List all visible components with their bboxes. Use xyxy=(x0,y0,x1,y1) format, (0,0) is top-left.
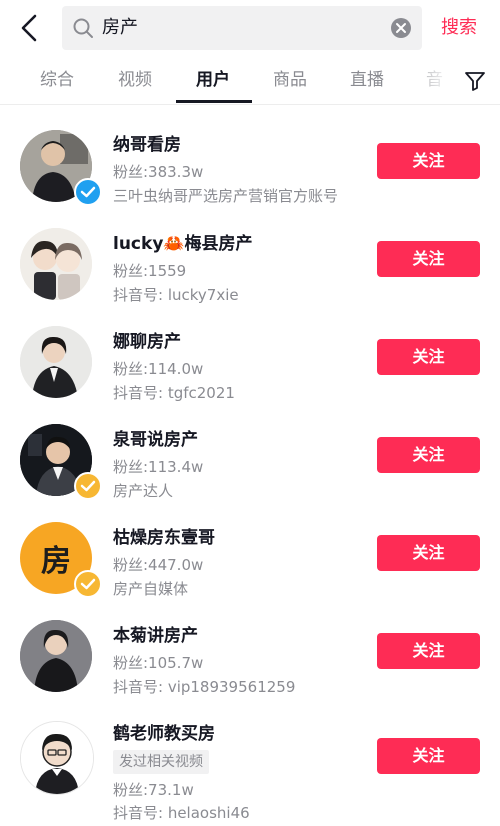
user-name: 鹤老师教买房 xyxy=(113,724,215,744)
clear-icon[interactable] xyxy=(390,17,412,39)
list-item[interactable]: 房 枯燥房东壹哥 粉丝:447.0w 房产自媒体 关注 xyxy=(0,497,500,598)
active-tab-underline xyxy=(176,100,252,103)
tab-products[interactable]: 商品 xyxy=(273,68,307,92)
avatar-logo-text: 房 xyxy=(41,544,71,579)
user-avatar-image xyxy=(20,228,92,300)
search-icon xyxy=(73,18,93,38)
tab-videos[interactable]: 视频 xyxy=(118,68,152,92)
list-item[interactable]: 纳哥看房 粉丝:383.3w 三叶虫纳哥严选房产营销官方账号 关注 xyxy=(0,105,500,206)
follow-button[interactable]: 关注 xyxy=(377,339,480,375)
fan-count: 粉丝:383.3w xyxy=(113,163,204,181)
search-button[interactable]: 搜索 xyxy=(441,14,477,42)
follow-button[interactable]: 关注 xyxy=(377,738,480,774)
fan-count: 粉丝:447.0w xyxy=(113,556,204,574)
filter-icon[interactable] xyxy=(464,70,486,92)
user-name: 枯燥房东壹哥 xyxy=(113,528,215,548)
related-video-tag: 发过相关视频 xyxy=(113,750,209,774)
follow-button[interactable]: 关注 xyxy=(377,535,480,571)
user-avatar-image xyxy=(21,722,93,794)
tab-fade xyxy=(400,58,464,102)
list-item[interactable]: 本菊讲房产 粉丝:105.7w 抖音号: vip18939561259 关注 xyxy=(0,595,500,696)
tab-users[interactable]: 用户 xyxy=(196,68,230,92)
user-name: lucky🦀梅县房产 xyxy=(113,234,253,254)
tab-live[interactable]: 直播 xyxy=(350,68,384,92)
follow-button[interactable]: 关注 xyxy=(377,241,480,277)
verified-badge-icon xyxy=(74,472,102,500)
list-item[interactable]: lucky🦀梅县房产 粉丝:1559 抖音号: lucky7xie 关注 xyxy=(0,203,500,304)
user-avatar-image xyxy=(20,620,92,692)
verified-badge-icon xyxy=(74,570,102,598)
fan-count: 粉丝:73.1w xyxy=(113,781,194,799)
user-name: 纳哥看房 xyxy=(113,135,181,155)
user-name: 泉哥说房产 xyxy=(113,430,198,450)
fan-count: 粉丝:114.0w xyxy=(113,360,204,378)
search-input[interactable]: 房产 xyxy=(62,6,422,50)
list-item[interactable]: 鹤老师教买房 发过相关视频 粉丝:73.1w 抖音号: helaoshi46 关… xyxy=(0,693,500,823)
user-avatar-image xyxy=(20,326,92,398)
fan-count: 粉丝:105.7w xyxy=(113,654,204,672)
avatar[interactable] xyxy=(20,721,94,795)
follow-button[interactable]: 关注 xyxy=(377,437,480,473)
follow-button[interactable]: 关注 xyxy=(377,143,480,179)
user-name: 娜聊房产 xyxy=(113,332,181,352)
back-arrow-icon[interactable] xyxy=(14,12,46,44)
list-item[interactable]: 泉哥说房产 粉丝:113.4w 房产达人 关注 xyxy=(0,399,500,500)
douyin-id: 抖音号: helaoshi46 xyxy=(113,804,250,822)
fan-count: 粉丝:113.4w xyxy=(113,458,204,476)
search-query: 房产 xyxy=(102,17,138,38)
avatar[interactable] xyxy=(20,620,92,692)
user-name: 本菊讲房产 xyxy=(113,626,198,646)
avatar[interactable] xyxy=(20,326,92,398)
fan-count: 粉丝:1559 xyxy=(113,262,187,280)
result-tabs: 综合 视频 用户 商品 直播 音 xyxy=(0,58,500,105)
verified-badge-icon xyxy=(74,178,102,206)
follow-button[interactable]: 关注 xyxy=(377,633,480,669)
search-header: 房产 搜索 xyxy=(0,0,500,56)
tab-comprehensive[interactable]: 综合 xyxy=(40,68,74,92)
avatar[interactable] xyxy=(20,228,92,300)
list-item[interactable]: 娜聊房产 粉丝:114.0w 抖音号: tgfc2021 关注 xyxy=(0,301,500,402)
